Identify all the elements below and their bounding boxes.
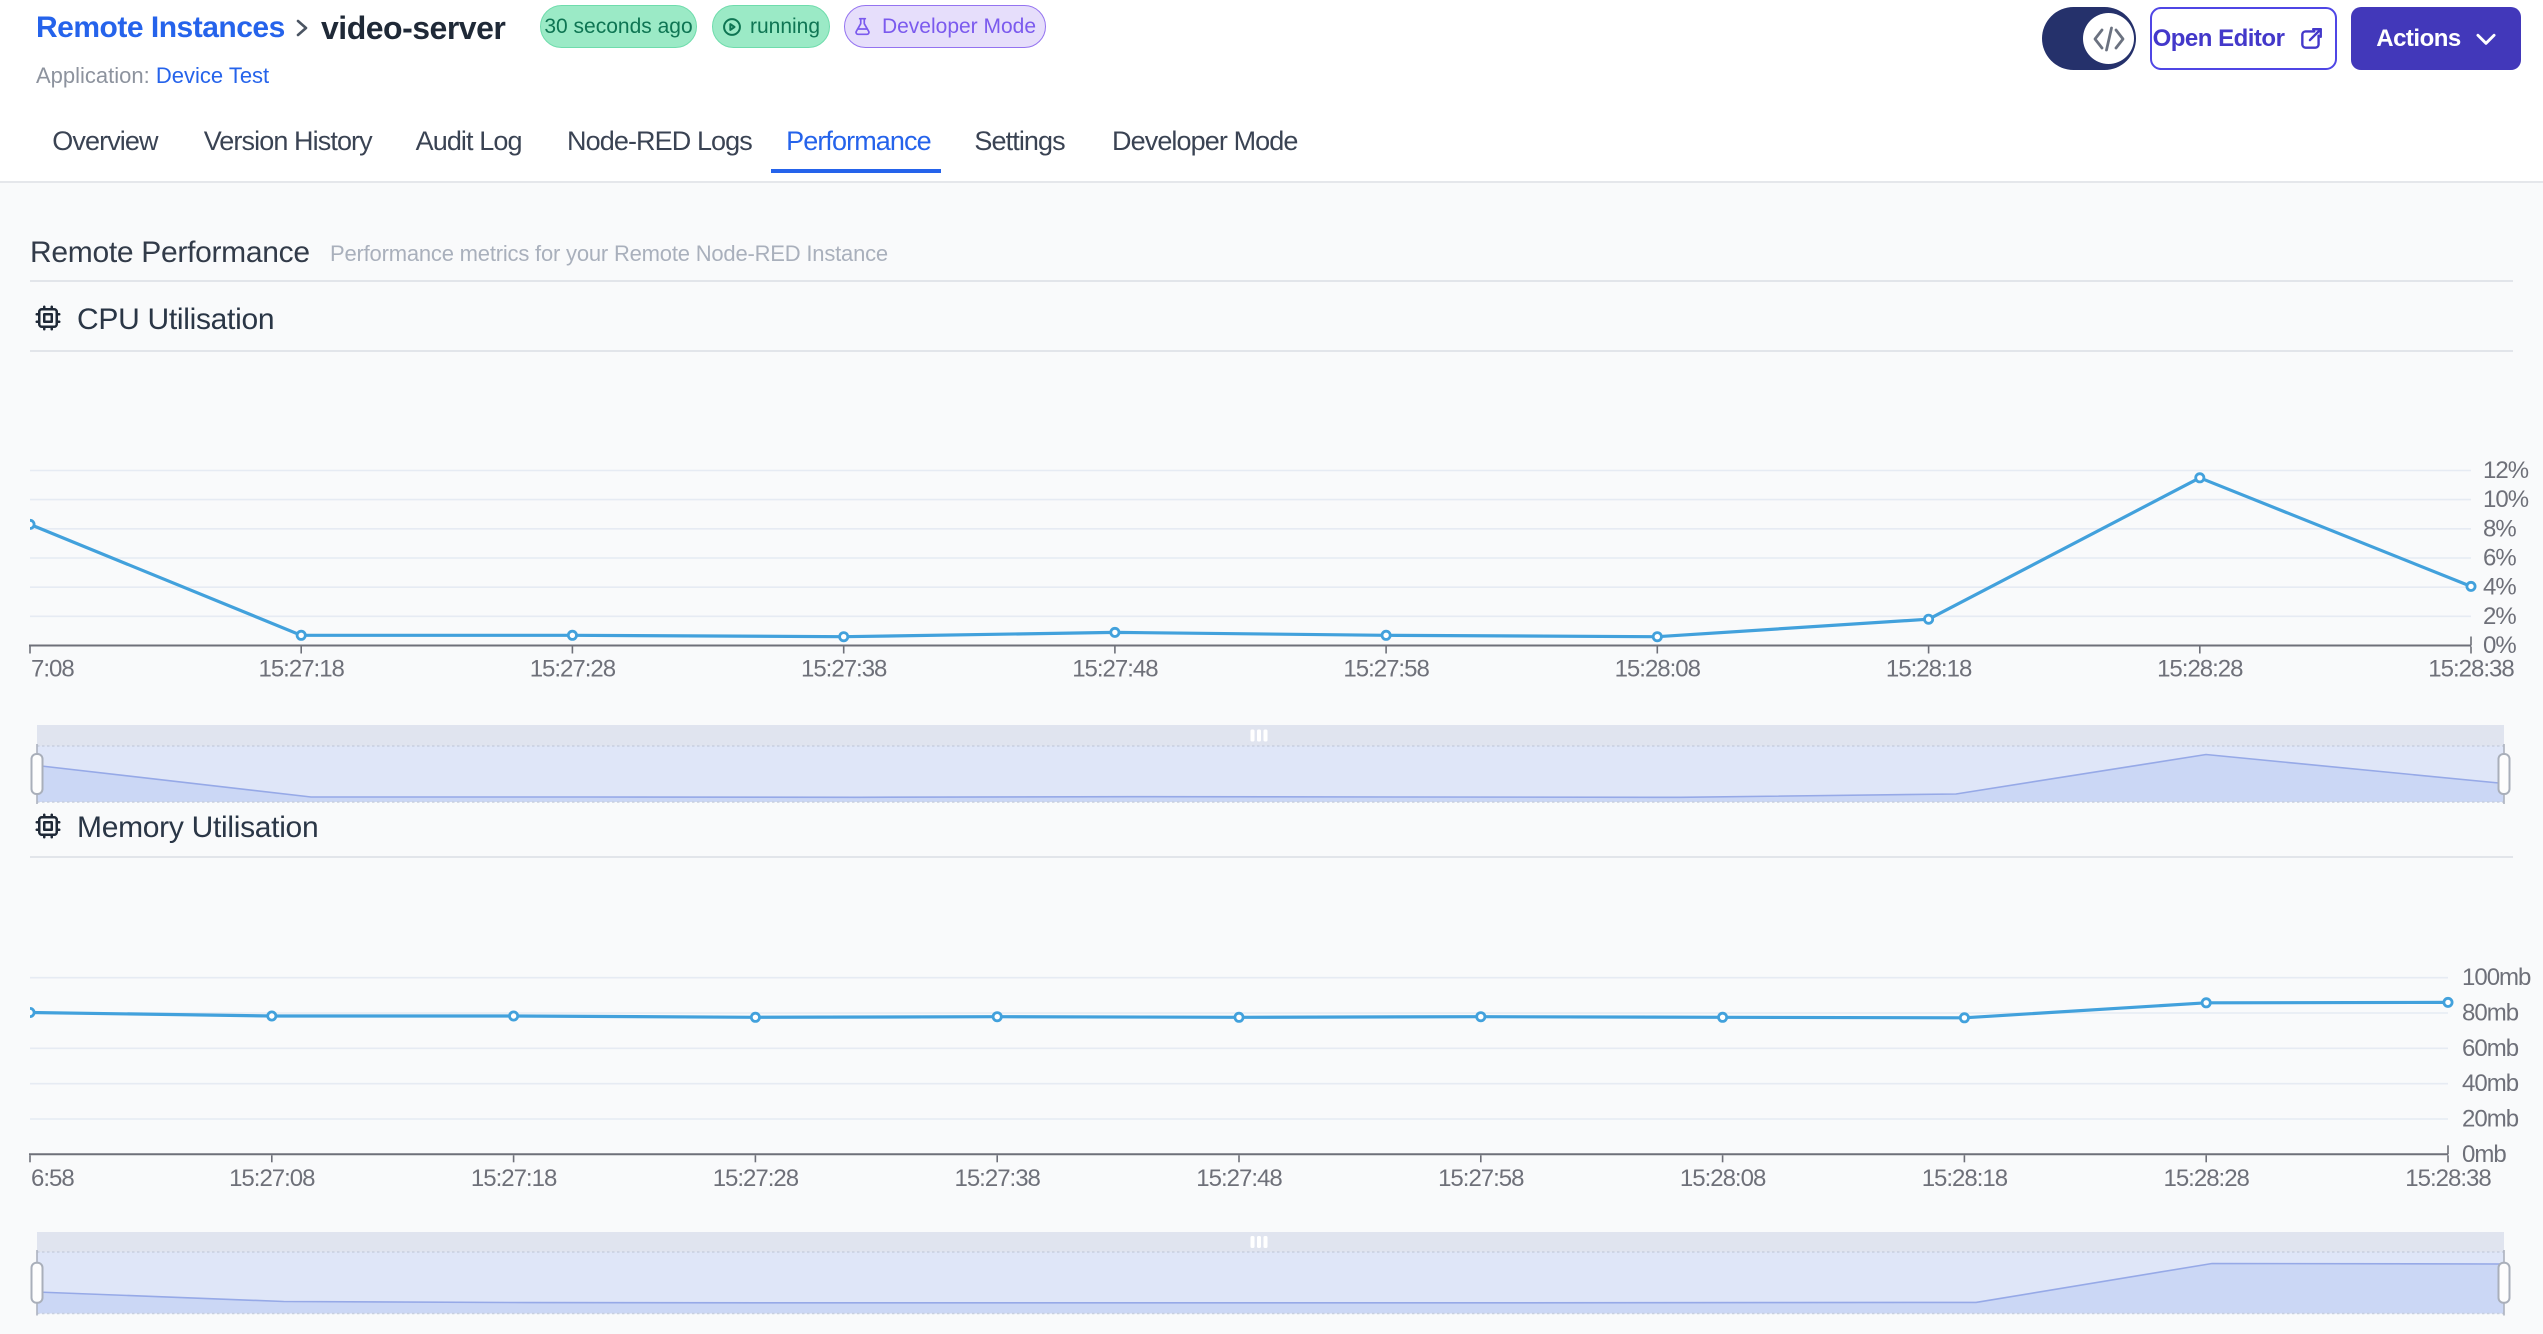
svg-text:15:28:18: 15:28:18 [1922,1165,2008,1192]
svg-text:15:28:08: 15:28:08 [1615,656,1701,683]
svg-text:100mb: 100mb [2462,964,2531,991]
svg-text:40mb: 40mb [2462,1070,2519,1097]
svg-text:15:27:38: 15:27:38 [954,1165,1040,1192]
svg-text:8%: 8% [2483,515,2516,542]
svg-text:15:28:08: 15:28:08 [1680,1165,1766,1192]
svg-text:15:28:18: 15:28:18 [1886,656,1972,683]
svg-text:80mb: 80mb [2462,1000,2519,1027]
svg-text:4%: 4% [2483,574,2516,601]
svg-text:20mb: 20mb [2462,1106,2519,1133]
svg-text:15:27:28: 15:27:28 [530,656,616,683]
svg-text:6%: 6% [2483,545,2516,572]
svg-text:15:27:28: 15:27:28 [713,1165,799,1192]
svg-text:10%: 10% [2483,486,2529,513]
svg-text:15:27:38: 15:27:38 [801,656,887,683]
svg-text:12%: 12% [2483,457,2529,484]
svg-text:15:28:38: 15:28:38 [2405,1165,2491,1192]
svg-text:15:27:18: 15:27:18 [258,656,344,683]
svg-text:6:58: 6:58 [31,1165,74,1192]
svg-text:15:27:58: 15:27:58 [1438,1165,1524,1192]
svg-text:60mb: 60mb [2462,1035,2519,1062]
svg-text:15:28:28: 15:28:28 [2163,1165,2249,1192]
svg-text:15:28:28: 15:28:28 [2157,656,2243,683]
svg-text:7:08: 7:08 [31,656,74,683]
svg-text:15:27:48: 15:27:48 [1196,1165,1282,1192]
svg-text:2%: 2% [2483,603,2516,630]
svg-text:15:27:58: 15:27:58 [1343,656,1429,683]
svg-text:15:28:38: 15:28:38 [2428,656,2514,683]
svg-text:15:27:48: 15:27:48 [1072,656,1158,683]
svg-text:15:27:18: 15:27:18 [471,1165,557,1192]
svg-text:0mb: 0mb [2462,1141,2506,1168]
svg-text:15:27:08: 15:27:08 [229,1165,315,1192]
